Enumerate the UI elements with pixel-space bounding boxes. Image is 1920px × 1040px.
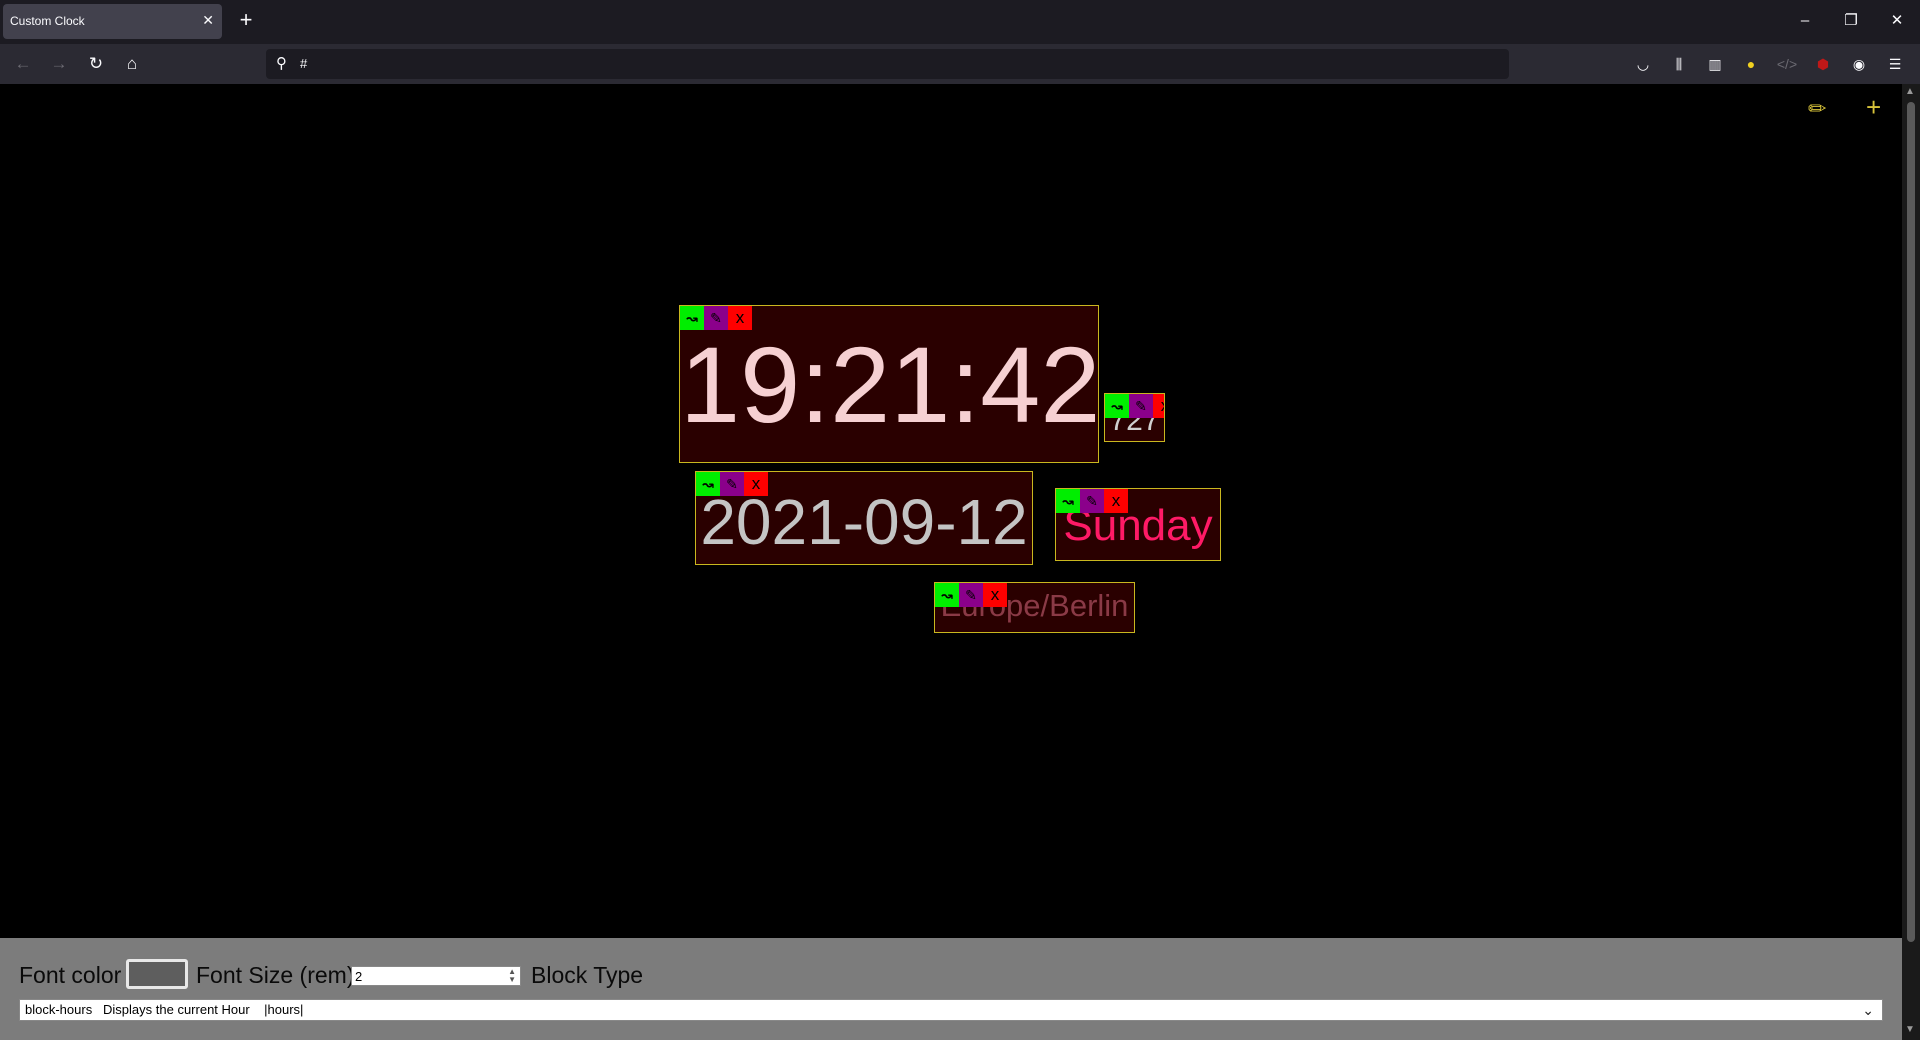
account-icon[interactable]: ◉ [1848,53,1870,75]
date-block[interactable]: ↝ ✎ x 2021-09-12 [695,471,1033,565]
library-icon[interactable]: ⫼ [1668,53,1690,75]
weekday-block[interactable]: ↝ ✎ x Sunday [1055,488,1221,561]
move-block-button[interactable]: ↝ [1105,394,1129,418]
tab-bar: Custom Clock ✕ + – ❐ ✕ [0,0,1920,44]
move-block-button[interactable]: ↝ [935,583,959,607]
delete-block-button[interactable]: x [983,583,1007,607]
block-controls: ↝ ✎ x [1105,394,1164,418]
small-number-block[interactable]: ↝ ✎ x 727 [1104,393,1165,442]
ublock-icon[interactable]: ⬢ [1812,53,1834,75]
move-block-button[interactable]: ↝ [1056,489,1080,513]
restore-button[interactable]: ❐ [1836,10,1866,32]
pocket-icon[interactable]: ◡ [1632,53,1654,75]
chevron-down-icon: ⌄ [1862,1002,1874,1018]
timezone-block[interactable]: ↝ ✎ x Europe/Berlin [934,582,1135,633]
scroll-down-arrow-icon[interactable]: ▼ [1905,1024,1915,1035]
home-icon[interactable]: ⌂ [120,53,144,75]
font-size-stepper-icon[interactable]: ▲ ▼ [508,968,516,984]
edit-mode-pencil-icon[interactable]: ✏ [1808,96,1826,122]
tab-title: Custom Clock [10,14,85,28]
url-bar[interactable]: ⚲ # [266,49,1509,79]
navigation-bar: ← → ↻ ⌂ ⚲ # ◡ ⫼ ▥ ● </> ⬢ ◉ ☰ [0,44,1920,84]
delete-block-button[interactable]: x [744,472,768,496]
time-text: 19:21:42 [680,324,1099,445]
block-editor-panel: Font color Font Size (rem) 2 ▲ ▼ Block Ty… [0,938,1902,1040]
tab-close-icon[interactable]: ✕ [202,12,214,29]
edit-block-button[interactable]: ✎ [959,583,983,607]
sidebar-icon[interactable]: ▥ [1704,53,1726,75]
close-window-button[interactable]: ✕ [1882,10,1912,32]
forward-arrow-icon[interactable]: → [47,53,71,75]
menu-icon[interactable]: ☰ [1884,53,1906,75]
block-controls: ↝ ✎ x [1056,489,1128,513]
font-color-picker[interactable] [126,959,188,989]
block-controls: ↝ ✎ x [935,583,1007,607]
delete-block-button[interactable]: x [1104,489,1128,513]
search-icon: ⚲ [276,55,287,72]
edit-block-button[interactable]: ✎ [1129,394,1153,418]
add-block-icon[interactable]: + [1866,94,1881,120]
url-text[interactable]: # [300,56,307,71]
scroll-up-arrow-icon[interactable]: ▲ [1905,86,1915,97]
dev-tools-icon[interactable]: </> [1776,53,1798,75]
page-scrollbar[interactable]: ▲ ▼ [1902,84,1920,1040]
minimize-button[interactable]: – [1790,10,1820,32]
block-controls: ↝ ✎ x [680,306,752,330]
delete-block-button[interactable]: x [1153,394,1164,418]
font-size-input[interactable]: 2 ▲ ▼ [351,966,521,986]
delete-block-button[interactable]: x [728,306,752,330]
scrollbar-thumb[interactable] [1907,102,1915,942]
emoji-extension-icon[interactable]: ● [1740,53,1762,75]
back-arrow-icon[interactable]: ← [11,53,35,75]
move-block-button[interactable]: ↝ [680,306,704,330]
edit-block-button[interactable]: ✎ [1080,489,1104,513]
edit-block-button[interactable]: ✎ [720,472,744,496]
font-size-label: Font Size (rem) [196,962,355,988]
block-type-select[interactable]: block-hours Displays the current Hour |h… [19,999,1883,1021]
reload-icon[interactable]: ↻ [84,53,108,75]
edit-block-button[interactable]: ✎ [704,306,728,330]
tab-custom-clock[interactable]: Custom Clock ✕ [3,4,222,39]
font-color-label: Font color [19,962,122,988]
time-block[interactable]: ↝ ✎ x 19:21:42 [679,305,1099,463]
new-tab-button[interactable]: + [236,9,256,33]
font-size-value: 2 [355,969,363,984]
block-type-label: Block Type [531,962,644,988]
move-block-button[interactable]: ↝ [696,472,720,496]
block-type-selected: block-hours Displays the current Hour |h… [25,1002,304,1017]
block-controls: ↝ ✎ x [696,472,768,496]
